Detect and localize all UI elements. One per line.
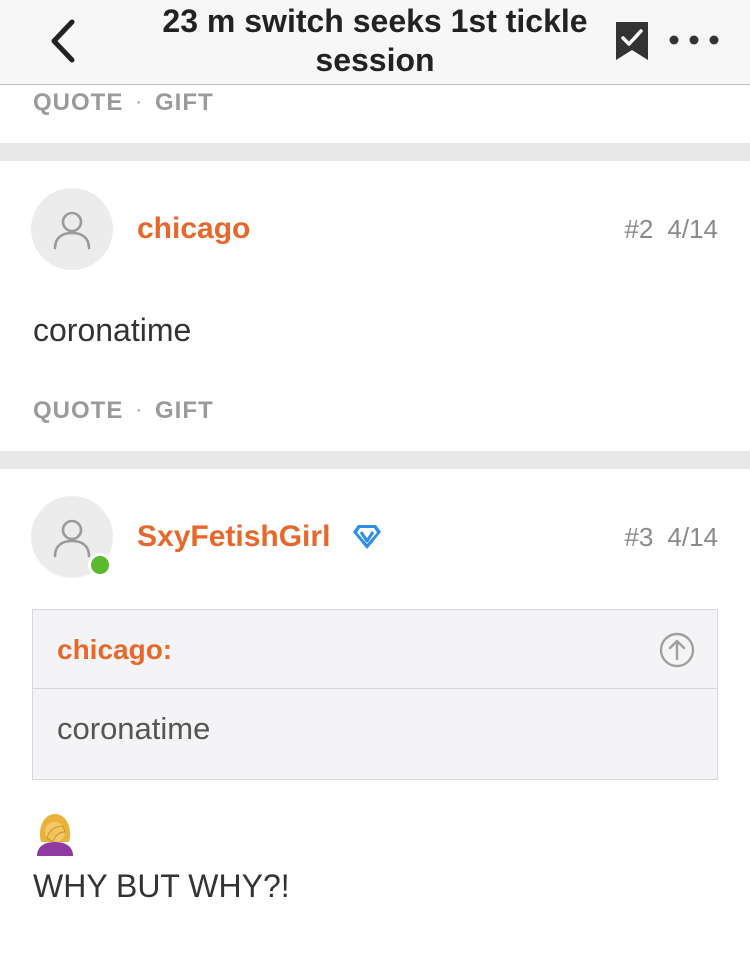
bookmark-check-icon xyxy=(616,22,648,60)
gift-button[interactable]: GIFT xyxy=(155,397,214,425)
post-body-text: WHY BUT WHY?! xyxy=(33,868,290,904)
quote-button[interactable]: QUOTE xyxy=(33,89,123,117)
back-button[interactable] xyxy=(46,18,86,64)
quote-text: coronatime xyxy=(57,711,211,746)
post-divider xyxy=(0,143,750,161)
post-date: 4/14 xyxy=(667,522,718,552)
post-date: 4/14 xyxy=(667,214,718,244)
post-meta: #2 4/14 xyxy=(624,214,718,245)
post-username[interactable]: chicago xyxy=(137,212,250,246)
action-separator: · xyxy=(135,399,144,422)
avatar[interactable] xyxy=(31,496,113,578)
post-actions: QUOTE · GIFT xyxy=(33,88,214,117)
user-icon xyxy=(53,211,91,250)
ellipsis-icon xyxy=(669,35,719,45)
more-options-button[interactable] xyxy=(668,30,720,50)
post-divider xyxy=(0,451,750,469)
chevron-left-icon xyxy=(51,19,75,63)
top-nav-bar: 23 m switch seeks 1st tickle session xyxy=(0,0,750,85)
avatar[interactable] xyxy=(31,188,113,270)
post-username[interactable]: SxyFetishGirl xyxy=(137,520,330,554)
thread-title: 23 m switch seeks 1st tickle session xyxy=(162,3,588,78)
post-body-text: coronatime xyxy=(33,312,192,348)
post-actions: QUOTE · GIFT xyxy=(33,396,214,425)
user-icon xyxy=(53,519,91,558)
arrow-up-circle-icon xyxy=(659,632,695,668)
post-number: #2 xyxy=(624,214,654,244)
gift-button[interactable]: GIFT xyxy=(155,89,214,117)
quoted-post: chicago: coronatime xyxy=(32,609,718,780)
post-number: #3 xyxy=(624,522,654,552)
online-status-dot xyxy=(88,553,112,577)
quote-author: chicago: xyxy=(57,634,173,665)
quote-button[interactable]: QUOTE xyxy=(33,397,123,425)
jump-to-quote-button[interactable] xyxy=(659,632,695,668)
post-meta: #3 4/14 xyxy=(624,522,718,553)
bookmark-button[interactable] xyxy=(614,20,650,62)
diamond-v-badge-icon xyxy=(353,525,381,549)
action-separator: · xyxy=(135,91,144,114)
woman-facepalming-emoji xyxy=(33,812,77,856)
quote-header: chicago: xyxy=(33,610,717,689)
